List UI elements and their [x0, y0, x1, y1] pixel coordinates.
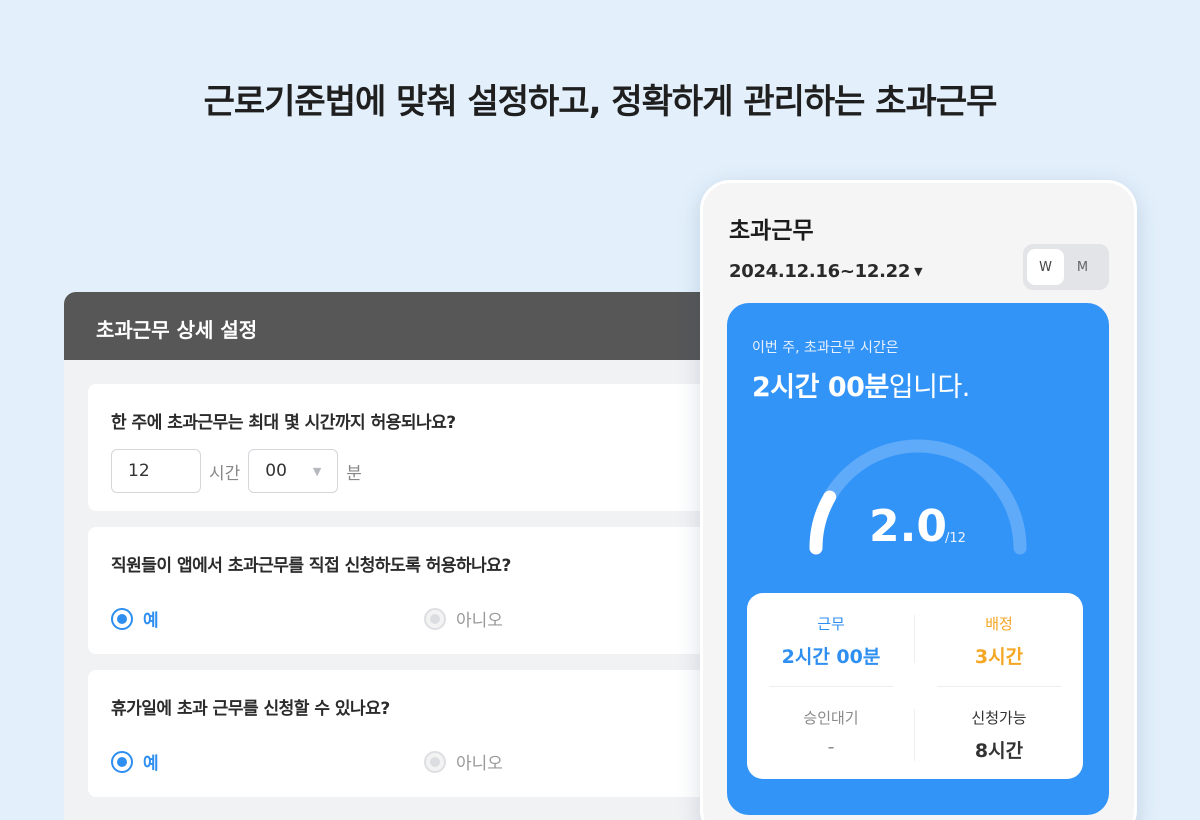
summary-value-suffix: 입니다. [889, 372, 970, 403]
minutes-unit-label: 분 [346, 459, 362, 484]
holiday-request-yes-radio[interactable]: 예 [111, 749, 424, 774]
summary-subtitle: 이번 주, 초과근무 시간은 [752, 337, 899, 357]
stat-pending-label: 승인대기 [747, 707, 915, 728]
stat-pending: 승인대기 - [747, 707, 915, 758]
gauge-max-label: /12 [945, 531, 966, 546]
stat-work: 근무 2시간 00분 [747, 613, 915, 669]
stat-available: 신청가능 8시간 [915, 707, 1083, 763]
summary-value: 2시간 00분입니다. [752, 365, 970, 404]
app-request-no-label: 아니오 [456, 606, 503, 631]
hours-input[interactable]: 12 [111, 449, 201, 493]
stat-available-value: 8시간 [915, 736, 1083, 763]
app-request-yes-label: 예 [143, 606, 159, 631]
stat-assigned-label: 배정 [915, 613, 1083, 634]
app-request-card: 직원들이 앱에서 초과근무를 직접 신청하도록 허용하나요? 예 아니오 [88, 527, 784, 654]
period-label: 2024.12.16~12.22 [729, 261, 910, 282]
settings-title: 초과근무 상세 설정 [64, 292, 784, 360]
divider [914, 615, 915, 663]
holiday-request-yes-label: 예 [143, 749, 159, 774]
stat-work-label: 근무 [747, 613, 915, 634]
radio-disabled-icon [424, 608, 446, 630]
summary-value-bold: 2시간 00분 [752, 372, 889, 403]
period-selector[interactable]: 2024.12.16~12.22 ▼ [729, 261, 922, 282]
radio-checked-icon [111, 751, 133, 773]
holiday-request-question: 휴가일에 초과 근무를 신청할 수 있나요? [111, 694, 765, 719]
overtime-mobile-card: 초과근무 2024.12.16~12.22 ▼ W M 이번 주, 초과근무 시간… [700, 180, 1137, 820]
toggle-week[interactable]: W [1027, 249, 1064, 285]
overtime-stats-card: 근무 2시간 00분 배정 3시간 승인대기 - 신청가능 8시간 [747, 593, 1083, 779]
overtime-settings-panel: 초과근무 상세 설정 한 주에 초과근무는 최대 몇 시간까지 허용되나요? 1… [64, 292, 784, 820]
max-hours-question: 한 주에 초과근무는 최대 몇 시간까지 허용되나요? [111, 408, 765, 433]
divider [914, 709, 915, 761]
divider [937, 686, 1061, 687]
holiday-request-no-radio[interactable]: 아니오 [424, 749, 503, 774]
caret-down-icon: ▼ [914, 265, 922, 278]
app-request-question: 직원들이 앱에서 초과근무를 직접 신청하도록 허용하나요? [111, 551, 765, 576]
app-request-yes-radio[interactable]: 예 [111, 606, 424, 631]
toggle-month[interactable]: M [1064, 249, 1101, 285]
holiday-request-no-label: 아니오 [456, 749, 503, 774]
stat-pending-value: - [747, 736, 915, 758]
minutes-select[interactable]: 00 ▼ [248, 449, 338, 493]
gauge-value: 2.0 [869, 501, 947, 552]
page-headline: 근로기준법에 맞춰 설정하고, 정확하게 관리하는 초과근무 [0, 74, 1200, 123]
stat-work-value: 2시간 00분 [747, 642, 915, 669]
app-request-no-radio[interactable]: 아니오 [424, 606, 503, 631]
stat-assigned-value: 3시간 [915, 642, 1083, 669]
gauge-fill [816, 497, 830, 548]
caret-down-icon: ▼ [313, 465, 321, 478]
divider [769, 686, 893, 687]
radio-checked-icon [111, 608, 133, 630]
max-hours-card: 한 주에 초과근무는 최대 몇 시간까지 허용되나요? 12 시간 00 ▼ 분 [88, 384, 784, 511]
overtime-summary-panel: 이번 주, 초과근무 시간은 2시간 00분입니다. 2.0 /12 근무 2시… [727, 303, 1109, 815]
hours-unit-label: 시간 [209, 459, 240, 484]
minutes-select-value: 00 [265, 461, 287, 481]
week-month-toggle: W M [1023, 244, 1109, 290]
stat-available-label: 신청가능 [915, 707, 1083, 728]
mobile-title: 초과근무 [729, 211, 814, 245]
holiday-request-card: 휴가일에 초과 근무를 신청할 수 있나요? 예 아니오 [88, 670, 784, 797]
radio-disabled-icon [424, 751, 446, 773]
stat-assigned: 배정 3시간 [915, 613, 1083, 669]
